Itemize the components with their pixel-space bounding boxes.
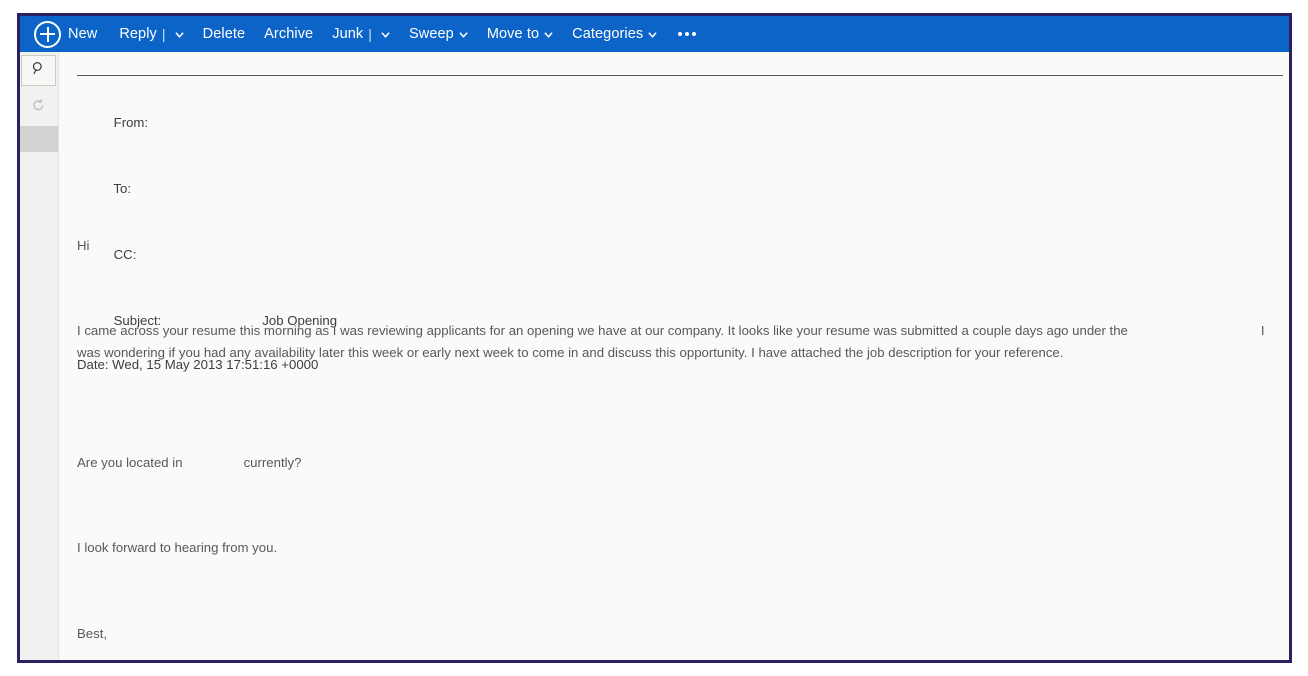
- move-to-button-label: Move to: [486, 25, 540, 42]
- body-greeting: Hi: [77, 238, 90, 253]
- new-button-label: New: [68, 25, 98, 42]
- new-button[interactable]: New: [34, 20, 98, 48]
- categories-button-label: Categories: [572, 25, 644, 42]
- body-question-part-2: currently?: [243, 455, 302, 470]
- chevron-down-icon[interactable]: [381, 30, 390, 39]
- sidebar-selected-block[interactable]: [20, 126, 58, 152]
- search-icon: [31, 61, 46, 81]
- body-paragraph-1: I came across your resume this morning a…: [77, 320, 1282, 364]
- reply-button-label: Reply: [119, 25, 157, 42]
- ellipsis-dot-icon: [678, 32, 683, 36]
- header-to: To:: [77, 156, 337, 222]
- ellipsis-dot-icon: [685, 32, 690, 36]
- junk-button-label: Junk: [332, 25, 364, 42]
- chevron-down-icon: [648, 30, 657, 39]
- body-question: Are you located in currently?: [77, 452, 1282, 474]
- reply-button[interactable]: Reply |: [119, 25, 184, 42]
- header-from: From:: [77, 90, 337, 156]
- archive-button[interactable]: Archive: [264, 27, 313, 42]
- from-label: From:: [113, 115, 149, 130]
- command-toolbar: New Reply | Delete Archive Junk | Sweep …: [20, 16, 1289, 52]
- reply-separator: |: [161, 26, 166, 42]
- reading-pane: From: To: CC: Subject: Job Opening Date: …: [59, 52, 1289, 660]
- body-question-part-1: Are you located in: [77, 455, 183, 470]
- screenshot-root: New Reply | Delete Archive Junk | Sweep …: [0, 0, 1308, 676]
- left-sidebar: [20, 52, 59, 660]
- categories-button[interactable]: Categories: [572, 27, 657, 42]
- sweep-button[interactable]: Sweep: [409, 27, 468, 42]
- email-window: New Reply | Delete Archive Junk | Sweep …: [17, 13, 1292, 663]
- refresh-icon: [31, 98, 46, 118]
- junk-button[interactable]: Junk |: [332, 27, 390, 42]
- delete-button[interactable]: Delete: [203, 27, 246, 42]
- sweep-button-label: Sweep: [409, 25, 454, 42]
- ellipsis-dot-icon: [692, 32, 697, 36]
- search-button[interactable]: [21, 55, 56, 86]
- chevron-down-icon[interactable]: [174, 30, 184, 39]
- move-to-button[interactable]: Move to: [487, 27, 553, 42]
- plus-circle-icon: [34, 20, 61, 48]
- chevron-down-icon: [459, 30, 468, 39]
- chevron-down-icon: [544, 30, 553, 39]
- header-divider: [77, 75, 1283, 76]
- body-paragraph-1-part-1: I came across your resume this morning a…: [77, 323, 1128, 338]
- archive-button-label: Archive: [264, 25, 314, 42]
- body-signoff: Best,: [77, 626, 108, 641]
- junk-separator: |: [368, 26, 372, 42]
- to-label: To:: [113, 181, 131, 196]
- delete-button-label: Delete: [202, 25, 246, 42]
- body-closing-line: I look forward to hearing from you.: [77, 540, 278, 555]
- more-commands-button[interactable]: [678, 32, 697, 36]
- refresh-button[interactable]: [21, 94, 56, 122]
